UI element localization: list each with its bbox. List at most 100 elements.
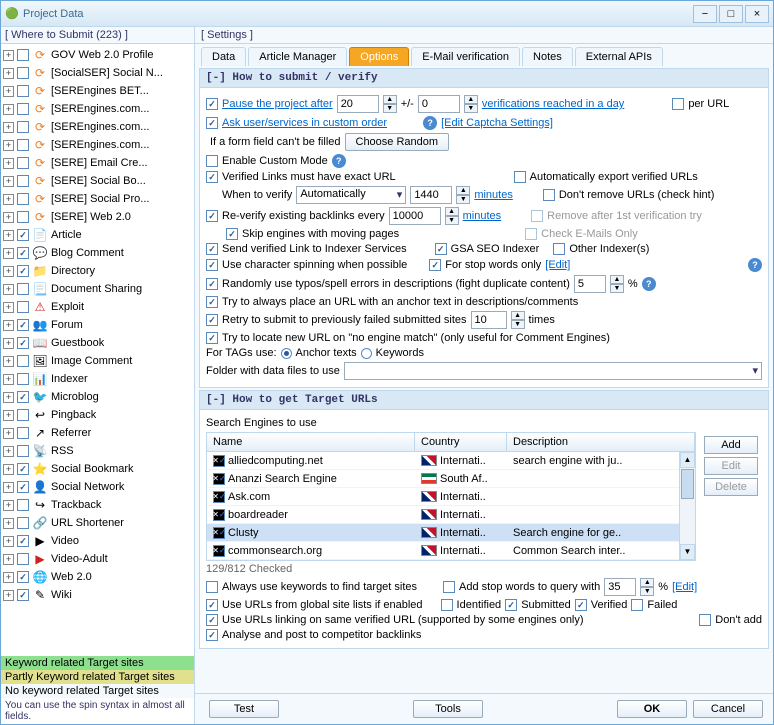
help-icon[interactable]: ? <box>748 258 762 272</box>
col-country[interactable]: Country <box>415 433 507 451</box>
item-checkbox[interactable] <box>17 283 29 295</box>
item-checkbox[interactable] <box>17 499 29 511</box>
row-checkbox[interactable]: ✕ <box>213 527 225 539</box>
item-checkbox[interactable] <box>17 157 29 169</box>
analyse-checkbox[interactable] <box>206 629 218 641</box>
add-button[interactable]: Add <box>704 436 758 454</box>
item-checkbox[interactable] <box>17 445 29 457</box>
askorder-checkbox[interactable] <box>206 117 218 129</box>
item-checkbox[interactable] <box>17 247 29 259</box>
pause-checkbox[interactable] <box>206 98 218 110</box>
pause-spin[interactable]: ▲▼ <box>383 95 397 113</box>
item-checkbox[interactable] <box>17 103 29 115</box>
grid-body[interactable]: ✕alliedcomputing.net Internati.. search … <box>207 452 679 560</box>
item-checkbox[interactable] <box>17 121 29 133</box>
pause-link[interactable]: Pause the project after <box>222 98 333 110</box>
test-button[interactable]: Test <box>209 700 279 718</box>
tree-item[interactable]: + 💬 Blog Comment <box>3 244 192 262</box>
tree-item[interactable]: + 🖼 Image Comment <box>3 352 192 370</box>
tree-item[interactable]: + ⟳ [SEREngines.com... <box>3 136 192 154</box>
expand-icon[interactable]: + <box>3 518 14 529</box>
expand-icon[interactable]: + <box>3 482 14 493</box>
tree-item[interactable]: + ↗ Referrer <box>3 424 192 442</box>
row-checkbox[interactable]: ✕ <box>213 473 225 485</box>
item-checkbox[interactable] <box>17 427 29 439</box>
verexact-checkbox[interactable] <box>206 171 218 183</box>
grid-scrollbar[interactable]: ▲▼ <box>679 452 695 560</box>
expand-icon[interactable]: + <box>3 158 14 169</box>
item-checkbox[interactable] <box>17 67 29 79</box>
table-row[interactable]: ✕alliedcomputing.net Internati.. search … <box>207 452 679 470</box>
expand-icon[interactable]: + <box>3 50 14 61</box>
tree-item[interactable]: + ▶ Video <box>3 532 192 550</box>
expand-icon[interactable]: + <box>3 536 14 547</box>
tree-item[interactable]: + ✎ Wiki <box>3 586 192 604</box>
expand-icon[interactable]: + <box>3 410 14 421</box>
item-checkbox[interactable] <box>17 193 29 205</box>
close-button[interactable]: × <box>745 5 769 23</box>
choose-random-button[interactable]: Choose Random <box>345 133 450 151</box>
tree-item[interactable]: + 🌐 Web 2.0 <box>3 568 192 586</box>
expand-icon[interactable]: + <box>3 464 14 475</box>
expand-icon[interactable]: + <box>3 122 14 133</box>
tree-item[interactable]: + 📖 Guestbook <box>3 334 192 352</box>
expand-icon[interactable]: + <box>3 176 14 187</box>
whenver-spin[interactable]: ▲▼ <box>456 186 470 204</box>
dontrem-checkbox[interactable] <box>543 189 555 201</box>
tree-item[interactable]: + ↪ Trackback <box>3 496 192 514</box>
customnode-checkbox[interactable] <box>206 155 218 167</box>
item-checkbox[interactable] <box>17 319 29 331</box>
tab-options[interactable]: Options <box>349 47 409 66</box>
tree-item[interactable]: + 👤 Social Network <box>3 478 192 496</box>
perurl-checkbox[interactable] <box>672 98 684 110</box>
whenver-dropdown[interactable]: Automatically <box>296 186 406 204</box>
stopwords-checkbox[interactable] <box>429 259 441 271</box>
trylocate-checkbox[interactable] <box>206 332 218 344</box>
tree-item[interactable]: + 📃 Document Sharing <box>3 280 192 298</box>
expand-icon[interactable]: + <box>3 68 14 79</box>
reverify-checkbox[interactable] <box>206 210 218 222</box>
item-checkbox[interactable] <box>17 355 29 367</box>
tree-item[interactable]: + 📁 Directory <box>3 262 192 280</box>
tree-item[interactable]: + ⟳ [SEREngines.com... <box>3 118 192 136</box>
checkemail-checkbox[interactable] <box>525 228 537 240</box>
col-name[interactable]: Name <box>207 433 415 451</box>
item-checkbox[interactable] <box>17 535 29 547</box>
addstop-input[interactable] <box>604 578 636 596</box>
gsaseo-checkbox[interactable] <box>435 243 447 255</box>
item-checkbox[interactable] <box>17 481 29 493</box>
randtypos-checkbox[interactable] <box>206 278 218 290</box>
expand-icon[interactable]: + <box>3 104 14 115</box>
item-checkbox[interactable] <box>17 265 29 277</box>
minimize-button[interactable]: − <box>693 5 717 23</box>
tree-item[interactable]: + ⟳ [SERE] Social Pro... <box>3 190 192 208</box>
retry-checkbox[interactable] <box>206 314 218 326</box>
expand-icon[interactable]: + <box>3 284 14 295</box>
expand-icon[interactable]: + <box>3 212 14 223</box>
tree-item[interactable]: + ⟳ [SERE] Social Bo... <box>3 172 192 190</box>
autoexp-checkbox[interactable] <box>514 171 526 183</box>
row-checkbox[interactable]: ✕ <box>213 491 225 503</box>
help-icon[interactable]: ? <box>642 277 656 291</box>
help-icon[interactable]: ? <box>332 154 346 168</box>
item-checkbox[interactable] <box>17 553 29 565</box>
item-checkbox[interactable] <box>17 517 29 529</box>
tree-item[interactable]: + 👥 Forum <box>3 316 192 334</box>
subm-checkbox[interactable] <box>505 599 517 611</box>
reverify-num-input[interactable] <box>389 207 441 225</box>
pm-value-input[interactable] <box>418 95 460 113</box>
verif-checkbox[interactable] <box>575 599 587 611</box>
expand-icon[interactable]: + <box>3 374 14 385</box>
table-row[interactable]: ✕Ask.com Internati.. <box>207 488 679 506</box>
row-checkbox[interactable]: ✕ <box>213 545 225 557</box>
submit-tree[interactable]: + ⟳ GOV Web 2.0 Profile+ ⟳ [SocialSER] S… <box>1 44 194 656</box>
maximize-button[interactable]: □ <box>719 5 743 23</box>
randtypos-spin[interactable]: ▲▼ <box>610 275 624 293</box>
tree-item[interactable]: + ⚠ Exploit <box>3 298 192 316</box>
pause-value-input[interactable] <box>337 95 379 113</box>
row-checkbox[interactable]: ✕ <box>213 509 225 521</box>
tree-item[interactable]: + ⟳ [SEREngines BET... <box>3 82 192 100</box>
ident-checkbox[interactable] <box>441 599 453 611</box>
expand-icon[interactable]: + <box>3 248 14 259</box>
tab-e-mail-verification[interactable]: E-Mail verification <box>411 47 520 66</box>
